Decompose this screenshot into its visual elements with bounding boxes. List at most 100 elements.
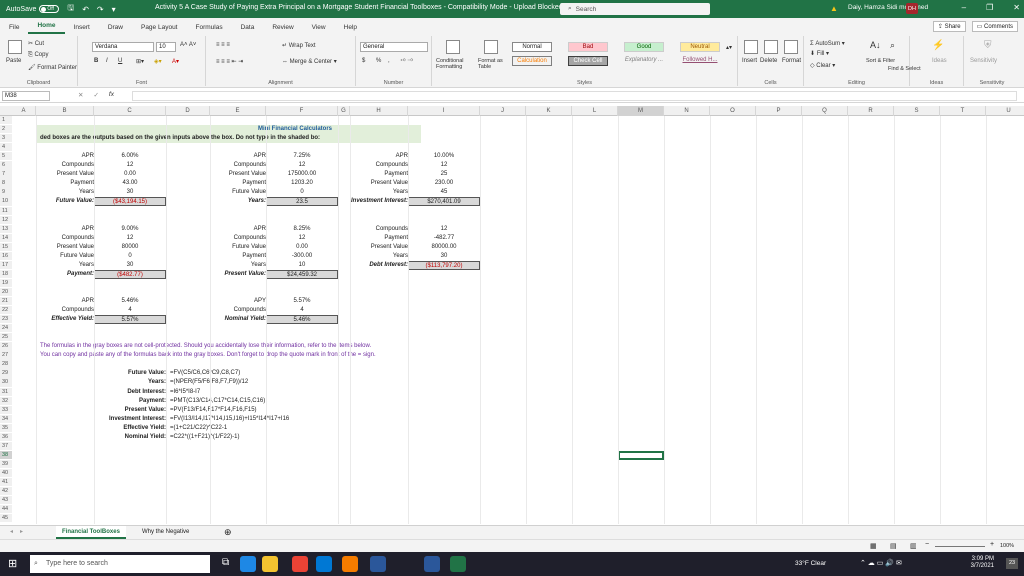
input-value[interactable]: 0.00 bbox=[94, 170, 166, 178]
column-header[interactable]: I bbox=[408, 106, 480, 116]
clock[interactable]: 3:09 PM 3/7/2021 bbox=[971, 556, 994, 570]
italic-button[interactable]: I bbox=[106, 58, 108, 64]
row-header[interactable]: 7 bbox=[0, 170, 12, 179]
input-value[interactable]: 12 bbox=[94, 161, 166, 169]
enter-icon[interactable]: ✓ bbox=[93, 91, 98, 99]
input-value[interactable]: 12 bbox=[266, 161, 338, 169]
clear-button[interactable]: ◇ Clear ▾ bbox=[810, 62, 835, 69]
underline-button[interactable]: U bbox=[118, 58, 122, 64]
row-header[interactable]: 3 bbox=[0, 134, 12, 143]
input-value[interactable]: 6.00% bbox=[94, 152, 166, 160]
column-header[interactable]: M bbox=[618, 106, 664, 116]
input-value[interactable]: 25 bbox=[408, 170, 480, 178]
row-header[interactable]: 9 bbox=[0, 188, 12, 197]
output-value[interactable]: $24,459.32 bbox=[266, 269, 338, 279]
input-label[interactable]: Compounds bbox=[36, 234, 94, 242]
autosave-control[interactable]: AutoSave Off bbox=[6, 5, 60, 13]
formula-text[interactable]: =PMT(C13/C14,C17*C14,C15,C16) bbox=[170, 397, 470, 405]
row-header[interactable]: 4 bbox=[0, 143, 12, 152]
zoom-out-icon[interactable]: − bbox=[925, 541, 929, 548]
input-label[interactable]: Present Value bbox=[350, 243, 408, 251]
insert-button[interactable]: Insert bbox=[742, 58, 757, 64]
tab-data[interactable]: Data bbox=[232, 24, 264, 34]
tab-home[interactable]: Home bbox=[28, 22, 65, 34]
save-icon[interactable]: 🖫 bbox=[67, 2, 74, 16]
cut-button[interactable]: ✂ Cut bbox=[28, 40, 44, 47]
input-label[interactable]: Years bbox=[350, 252, 408, 260]
weather[interactable]: 33°F Clear bbox=[795, 560, 826, 567]
row-header[interactable]: 26 bbox=[0, 342, 12, 351]
formula-label[interactable]: Debt Interest: bbox=[36, 388, 166, 396]
input-value[interactable]: 10 bbox=[266, 261, 338, 269]
input-value[interactable]: 9.00% bbox=[94, 225, 166, 233]
undo-icon[interactable]: ↶ bbox=[82, 5, 89, 14]
worksheet[interactable]: ABCDEFGHIJKLMNOPQRSTUV 12345678910111213… bbox=[0, 106, 1024, 524]
row-header[interactable]: 27 bbox=[0, 351, 12, 360]
column-header[interactable]: U bbox=[986, 106, 1024, 116]
row-header[interactable]: 33 bbox=[0, 405, 12, 414]
input-value[interactable]: 45 bbox=[408, 188, 480, 196]
tab-view[interactable]: View bbox=[303, 24, 335, 34]
sheet-tab-financial-toolboxes[interactable]: Financial ToolBoxes bbox=[56, 526, 126, 539]
input-label[interactable]: Present Value bbox=[210, 170, 266, 178]
style-followed-hyperlink[interactable]: Followed H... bbox=[680, 56, 720, 66]
row-header[interactable]: 23 bbox=[0, 315, 12, 324]
formula-text[interactable]: =(1+C21/C22)^C22-1 bbox=[170, 424, 470, 432]
note-line[interactable]: You can copy and paste any of the formul… bbox=[40, 351, 540, 359]
style-bad[interactable]: Bad bbox=[568, 42, 608, 52]
input-label[interactable]: Payment bbox=[210, 252, 266, 260]
input-label[interactable]: Compounds bbox=[210, 234, 266, 242]
output-value[interactable]: 5.46% bbox=[266, 315, 338, 325]
input-value[interactable]: 7.25% bbox=[266, 152, 338, 160]
lightbulb-icon[interactable]: ⚡ bbox=[932, 40, 944, 51]
tab-file[interactable]: File bbox=[0, 24, 28, 34]
font-name-select[interactable]: Verdana bbox=[92, 42, 154, 52]
formula-label[interactable]: Nominal Yield: bbox=[36, 433, 166, 441]
row-header[interactable]: 31 bbox=[0, 387, 12, 396]
column-header[interactable]: T bbox=[940, 106, 986, 116]
input-value[interactable]: 43.00 bbox=[94, 179, 166, 187]
zoom-level[interactable]: 100% bbox=[1000, 543, 1014, 549]
minimize-button[interactable]: – bbox=[962, 3, 966, 12]
search-box[interactable]: ⌕ Search bbox=[560, 3, 710, 15]
formula-text[interactable]: =PV(F13/F14,F17*F14,F16,F15) bbox=[170, 406, 470, 414]
conditional-formatting-icon[interactable] bbox=[446, 40, 460, 54]
input-value[interactable]: 4 bbox=[266, 306, 338, 314]
style-neutral[interactable]: Neutral bbox=[680, 42, 720, 52]
row-header[interactable]: 12 bbox=[0, 215, 12, 224]
input-value[interactable]: 5.57% bbox=[266, 297, 338, 305]
row-header[interactable]: 29 bbox=[0, 369, 12, 378]
row-header[interactable]: 41 bbox=[0, 478, 12, 487]
ideas-button[interactable]: Ideas bbox=[932, 58, 947, 64]
input-label[interactable]: Payment bbox=[210, 179, 266, 187]
windows-start-icon[interactable]: ⊞ bbox=[8, 557, 17, 570]
input-value[interactable]: 12 bbox=[94, 234, 166, 242]
insert-cells-icon[interactable] bbox=[744, 40, 758, 54]
fill-button[interactable]: ⬇ Fill ▾ bbox=[810, 50, 829, 57]
cancel-icon[interactable]: ✕ bbox=[78, 91, 83, 99]
page-layout-icon[interactable]: ▤ bbox=[890, 542, 897, 550]
name-box[interactable]: M38 bbox=[2, 91, 50, 101]
input-label[interactable]: Compounds bbox=[210, 161, 266, 169]
row-header[interactable]: 6 bbox=[0, 161, 12, 170]
formula-label[interactable]: Investment Interest: bbox=[36, 415, 166, 423]
file-explorer-icon[interactable] bbox=[262, 556, 278, 572]
style-check-cell[interactable]: Check Cell bbox=[568, 56, 608, 66]
column-header[interactable]: Q bbox=[802, 106, 848, 116]
close-button[interactable]: ✕ bbox=[1013, 3, 1020, 12]
tab-scroll-right-icon[interactable]: ▸ bbox=[14, 526, 29, 539]
input-label[interactable]: Years bbox=[36, 188, 94, 196]
formula-label[interactable]: Effective Yield: bbox=[36, 424, 166, 432]
row-header[interactable]: 22 bbox=[0, 306, 12, 315]
firefox-icon[interactable] bbox=[342, 556, 358, 572]
note-line[interactable]: The formulas in the gray boxes are not c… bbox=[40, 342, 540, 350]
merge-center-button[interactable]: ⇔ Merge & Center ▾ bbox=[282, 58, 337, 65]
add-sheet-icon[interactable]: ⊕ bbox=[218, 526, 238, 539]
formula-label[interactable]: Payment: bbox=[36, 397, 166, 405]
currency-button[interactable]: $ bbox=[362, 58, 365, 64]
row-header[interactable]: 24 bbox=[0, 324, 12, 333]
comments-button[interactable]: ▭ Comments bbox=[971, 21, 1018, 32]
tab-page-layout[interactable]: Page Layout bbox=[132, 24, 187, 34]
input-label[interactable]: APR bbox=[210, 152, 266, 160]
column-header[interactable]: H bbox=[350, 106, 408, 116]
